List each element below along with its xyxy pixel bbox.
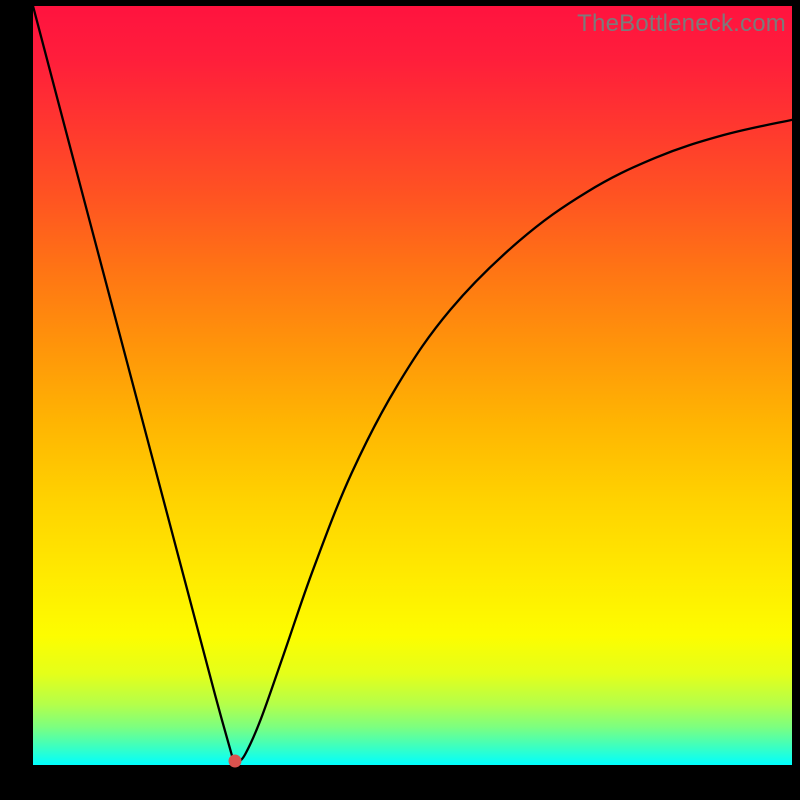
plot-area: TheBottleneck.com xyxy=(33,6,792,765)
bottleneck-curve-path xyxy=(33,6,792,764)
curve-layer xyxy=(33,6,792,765)
min-point-marker xyxy=(228,755,241,768)
chart-frame: TheBottleneck.com xyxy=(0,0,800,800)
